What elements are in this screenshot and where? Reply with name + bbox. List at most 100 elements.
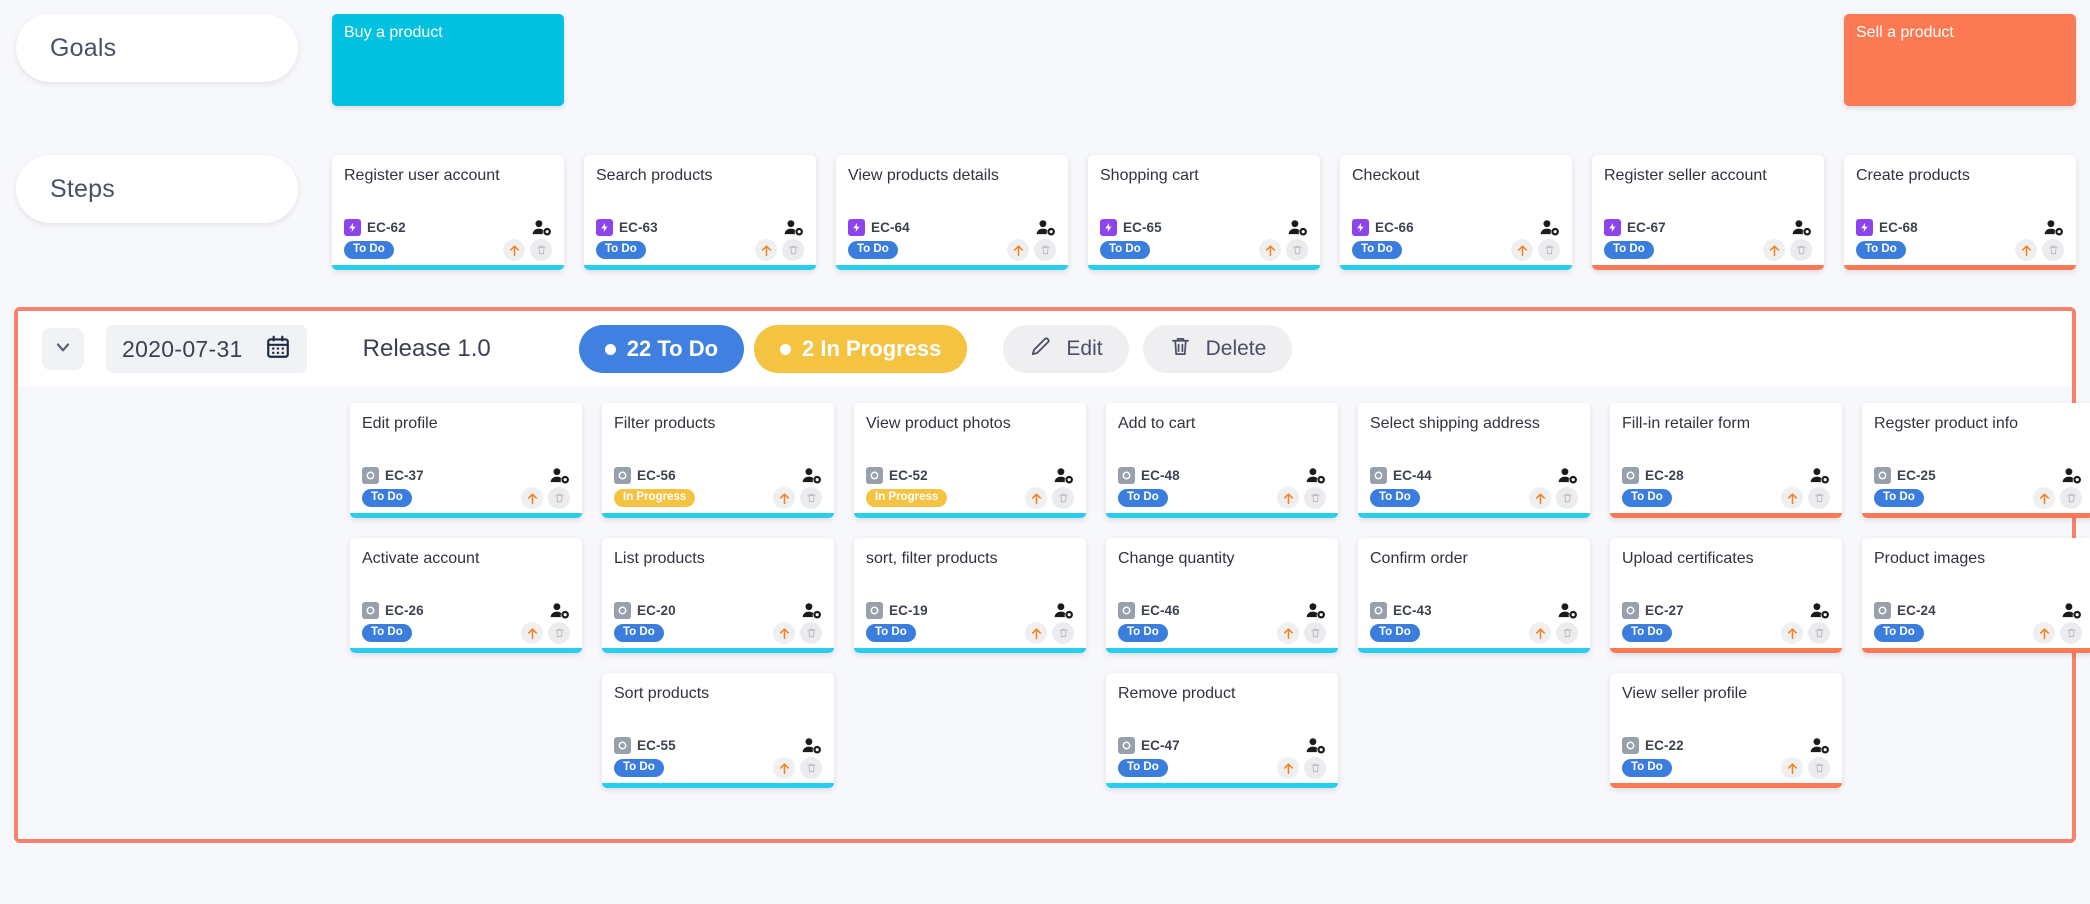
card-key-group[interactable]: EC-46 — [1118, 602, 1180, 619]
card-key-group[interactable]: EC-55 — [614, 737, 676, 754]
story-card[interactable]: Edit profileEC-37To Do — [350, 403, 582, 518]
story-card[interactable]: Filter productsEC-56In Progress — [602, 403, 834, 518]
delete-card-button[interactable] — [800, 757, 822, 779]
status-badge[interactable]: To Do — [362, 624, 412, 643]
card-key-group[interactable]: EC-26 — [362, 602, 424, 619]
promote-button[interactable] — [1277, 487, 1299, 509]
delete-card-button[interactable] — [1304, 757, 1326, 779]
card-key-group[interactable]: EC-22 — [1622, 737, 1684, 754]
delete-card-button[interactable] — [1034, 239, 1056, 261]
assignee-icon[interactable] — [784, 219, 804, 236]
assignee-icon[interactable] — [1810, 467, 1830, 484]
status-badge[interactable]: To Do — [1352, 241, 1402, 260]
assignee-icon[interactable] — [1306, 602, 1326, 619]
assignee-icon[interactable] — [1810, 737, 1830, 754]
status-badge[interactable]: To Do — [362, 489, 412, 508]
assignee-icon[interactable] — [2062, 602, 2082, 619]
status-badge[interactable]: To Do — [1370, 489, 1420, 508]
assignee-icon[interactable] — [1306, 467, 1326, 484]
card-key-group[interactable]: EC-20 — [614, 602, 676, 619]
assignee-icon[interactable] — [802, 467, 822, 484]
badge-in-progress[interactable]: 2 In Progress — [754, 325, 967, 373]
story-card[interactable]: Fill-in retailer formEC-28To Do — [1610, 403, 1842, 518]
card-key-group[interactable]: EC-64 — [848, 219, 910, 236]
promote-button[interactable] — [773, 757, 795, 779]
delete-card-button[interactable] — [2060, 487, 2082, 509]
status-badge[interactable]: To Do — [1874, 624, 1924, 643]
step-card[interactable]: View products detailsEC-64To Do — [836, 155, 1068, 270]
delete-card-button[interactable] — [2060, 622, 2082, 644]
assignee-icon[interactable] — [550, 602, 570, 619]
promote-button[interactable] — [1529, 622, 1551, 644]
story-card[interactable]: Regster product infoEC-25To Do — [1862, 403, 2090, 518]
delete-card-button[interactable] — [800, 622, 822, 644]
delete-card-button[interactable] — [1790, 239, 1812, 261]
delete-card-button[interactable] — [530, 239, 552, 261]
promote-button[interactable] — [1025, 487, 1047, 509]
status-badge[interactable]: To Do — [1622, 489, 1672, 508]
delete-card-button[interactable] — [548, 622, 570, 644]
status-badge[interactable]: To Do — [614, 624, 664, 643]
story-card[interactable]: Product imagesEC-24To Do — [1862, 538, 2090, 653]
delete-card-button[interactable] — [1538, 239, 1560, 261]
story-card[interactable]: Remove productEC-47To Do — [1106, 673, 1338, 788]
status-badge[interactable]: To Do — [1856, 241, 1906, 260]
assignee-icon[interactable] — [802, 737, 822, 754]
story-card[interactable]: Add to cartEC-48To Do — [1106, 403, 1338, 518]
card-key-group[interactable]: EC-66 — [1352, 219, 1414, 236]
card-key-group[interactable]: EC-62 — [344, 219, 406, 236]
release-collapse-toggle[interactable] — [42, 328, 84, 370]
assignee-icon[interactable] — [2062, 467, 2082, 484]
status-badge[interactable]: To Do — [1622, 759, 1672, 778]
promote-button[interactable] — [773, 622, 795, 644]
status-badge[interactable]: In Progress — [866, 489, 947, 508]
promote-button[interactable] — [1511, 239, 1533, 261]
promote-button[interactable] — [2033, 487, 2055, 509]
delete-card-button[interactable] — [1304, 622, 1326, 644]
card-key-group[interactable]: EC-25 — [1874, 467, 1936, 484]
step-card[interactable]: Search productsEC-63To Do — [584, 155, 816, 270]
story-card[interactable]: List productsEC-20To Do — [602, 538, 834, 653]
status-badge[interactable]: To Do — [1118, 759, 1168, 778]
step-card[interactable]: Register seller accountEC-67To Do — [1592, 155, 1824, 270]
card-key-group[interactable]: EC-28 — [1622, 467, 1684, 484]
promote-button[interactable] — [1781, 487, 1803, 509]
story-card[interactable]: Confirm orderEC-43To Do — [1358, 538, 1590, 653]
card-key-group[interactable]: EC-44 — [1370, 467, 1432, 484]
promote-button[interactable] — [773, 487, 795, 509]
edit-release-button[interactable]: Edit — [1003, 325, 1128, 373]
assignee-icon[interactable] — [550, 467, 570, 484]
delete-card-button[interactable] — [1808, 487, 1830, 509]
assignee-icon[interactable] — [1540, 219, 1560, 236]
card-key-group[interactable]: EC-67 — [1604, 219, 1666, 236]
delete-card-button[interactable] — [1808, 757, 1830, 779]
status-badge[interactable]: To Do — [1874, 489, 1924, 508]
promote-button[interactable] — [521, 487, 543, 509]
card-key-group[interactable]: EC-63 — [596, 219, 658, 236]
status-badge[interactable]: To Do — [1370, 624, 1420, 643]
card-key-group[interactable]: EC-19 — [866, 602, 928, 619]
card-key-group[interactable]: EC-65 — [1100, 219, 1162, 236]
status-badge[interactable]: To Do — [866, 624, 916, 643]
promote-button[interactable] — [1781, 622, 1803, 644]
promote-button[interactable] — [1277, 757, 1299, 779]
assignee-icon[interactable] — [1054, 467, 1074, 484]
step-card[interactable]: Create productsEC-68To Do — [1844, 155, 2076, 270]
status-badge[interactable]: To Do — [1604, 241, 1654, 260]
card-key-group[interactable]: EC-68 — [1856, 219, 1918, 236]
delete-card-button[interactable] — [782, 239, 804, 261]
delete-card-button[interactable] — [1052, 487, 1074, 509]
status-badge[interactable]: To Do — [344, 241, 394, 260]
assignee-icon[interactable] — [1054, 602, 1074, 619]
status-badge[interactable]: In Progress — [614, 489, 695, 508]
story-card[interactable]: Select shipping addressEC-44To Do — [1358, 403, 1590, 518]
assignee-icon[interactable] — [532, 219, 552, 236]
promote-button[interactable] — [2033, 622, 2055, 644]
delete-card-button[interactable] — [1052, 622, 1074, 644]
promote-button[interactable] — [1781, 757, 1803, 779]
delete-card-button[interactable] — [1556, 487, 1578, 509]
card-key-group[interactable]: EC-48 — [1118, 467, 1180, 484]
card-key-group[interactable]: EC-56 — [614, 467, 676, 484]
card-key-group[interactable]: EC-43 — [1370, 602, 1432, 619]
delete-card-button[interactable] — [2042, 239, 2064, 261]
